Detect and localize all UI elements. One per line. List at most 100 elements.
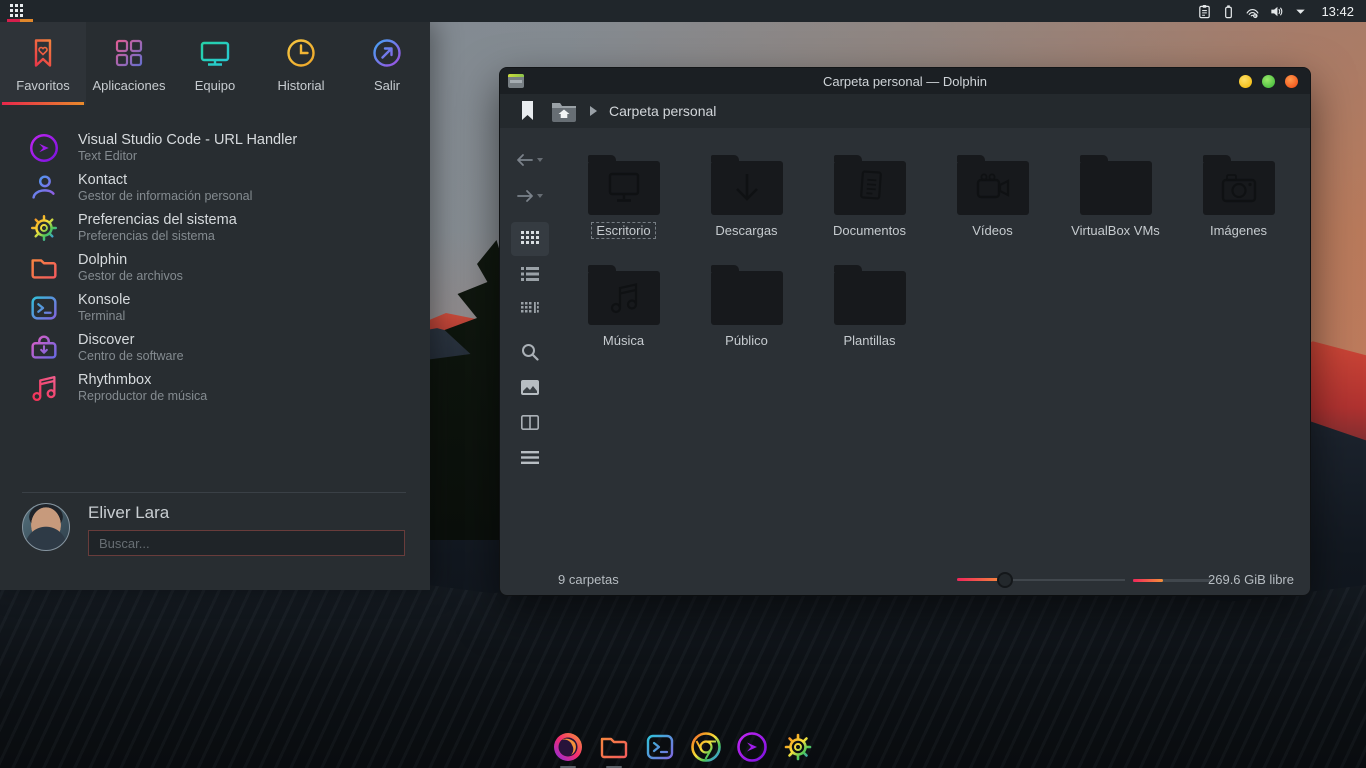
tab-label: Historial [278,78,325,93]
folder-view: Escritorio Descargas Documentos [562,153,1300,373]
breadcrumb-location[interactable]: Carpeta personal [609,103,716,119]
folder-musica[interactable]: Música [562,263,685,373]
tab-historial[interactable]: Historial [258,22,344,105]
disk-capacity-fill [1133,579,1163,582]
tab-salir[interactable]: Salir [344,22,430,105]
folder-icon [834,271,906,325]
dock-vscode[interactable] [735,730,769,764]
battery-icon[interactable] [1221,4,1236,19]
menu-button[interactable] [511,440,549,474]
chevron-right-icon [589,106,597,116]
person-icon [27,171,61,205]
app-title: Kontact [78,172,252,189]
list-view-button[interactable] [511,257,549,291]
bookmark-heart-icon [25,35,61,71]
folders-count: 9 carpetas [558,572,619,587]
photo-camera-glyph [1219,171,1259,205]
launcher-active-indicator [7,19,33,22]
app-subtitle: Gestor de información personal [78,189,252,203]
dock-system-settings[interactable] [781,730,815,764]
folder-escritorio[interactable]: Escritorio [562,153,685,263]
tab-equipo[interactable]: Equipo [172,22,258,105]
maximize-button[interactable] [1262,75,1275,88]
folder-descargas[interactable]: Descargas [685,153,808,263]
document-glyph [853,170,887,206]
terminal-icon [643,730,677,764]
system-tray: 6 13:42 [1197,4,1366,19]
tab-favoritos[interactable]: Favoritos [0,22,86,105]
dolphin-window: Carpeta personal — Dolphin Carpeta perso… [500,68,1310,595]
dock-dolphin[interactable] [597,730,631,764]
search-input[interactable] [88,530,405,556]
logout-icon [369,35,405,71]
app-item-system-settings[interactable]: Preferencias del sistema Preferencias de… [0,208,430,248]
close-button[interactable] [1285,75,1298,88]
dock-konsole[interactable] [643,730,677,764]
caret-down-icon[interactable] [1293,4,1308,19]
app-item-discover[interactable]: Discover Centro de software [0,328,430,368]
application-launcher-button[interactable] [0,0,38,22]
folder-icon [27,251,61,285]
clipboard-icon[interactable] [1197,4,1212,19]
volume-icon[interactable] [1269,4,1284,19]
folder-icon [1080,161,1152,215]
app-title: Konsole [78,292,130,309]
tab-label: Aplicaciones [93,78,166,93]
folder-plantillas[interactable]: Plantillas [808,263,931,373]
disk-capacity-bar [1133,579,1213,582]
folder-icon [711,161,783,215]
app-title: Dolphin [78,252,183,269]
dock [551,730,815,764]
app-item-kontact[interactable]: Kontact Gestor de información personal [0,168,430,208]
avatar[interactable] [22,503,70,551]
user-name: Eliver Lara [88,503,405,523]
folder-icon [957,161,1029,215]
bookmark-icon[interactable] [521,101,534,121]
image-preview-icon [521,380,539,395]
split-view-icon [521,415,539,430]
app-item-dolphin[interactable]: Dolphin Gestor de archivos [0,248,430,288]
titlebar[interactable]: Carpeta personal — Dolphin [500,68,1310,94]
zoom-slider[interactable] [957,579,1125,581]
app-title: Visual Studio Code - URL Handler [78,132,297,149]
clock[interactable]: 13:42 [1321,4,1354,19]
free-space-label: 269.6 GiB libre [1208,572,1294,587]
list-view-icon [521,267,539,281]
folder-name: Música [598,332,649,349]
minimize-button[interactable] [1239,75,1252,88]
monitor-glyph [604,171,644,205]
side-toolbar [509,142,551,475]
app-item-konsole[interactable]: Konsole Terminal [0,288,430,328]
app-subtitle: Preferencias del sistema [78,229,237,243]
forward-button[interactable] [511,178,549,213]
firefox-icon [551,730,585,764]
app-subtitle: Terminal [78,309,130,323]
network-icon[interactable]: 6 [1245,4,1260,19]
tab-aplicaciones[interactable]: Aplicaciones [86,22,172,105]
zoom-slider-handle[interactable] [997,572,1013,588]
application-launcher-menu: Favoritos Aplicaciones Equipo Historia [0,22,430,590]
arrow-right-icon [515,188,545,204]
folder-publico[interactable]: Público [685,263,808,373]
folder-virtualbox-vms[interactable]: VirtualBox VMs [1054,153,1177,263]
app-item-rhythmbox[interactable]: Rhythmbox Reproductor de música [0,368,430,408]
folder-imagenes[interactable]: Imágenes [1177,153,1300,263]
compact-view-button[interactable] [511,292,549,326]
preview-button[interactable] [511,370,549,404]
search-button[interactable] [511,335,549,369]
dock-chrome[interactable] [689,730,723,764]
folder-videos[interactable]: Vídeos [931,153,1054,263]
apps-grid-icon [111,35,147,71]
user-area: Eliver Lara [22,503,405,556]
dock-firefox[interactable] [551,730,585,764]
home-folder-button[interactable] [551,100,577,122]
back-button[interactable] [511,142,549,177]
music-note-icon [27,371,61,405]
folder-name: Público [720,332,773,349]
folder-name: Descargas [710,222,782,239]
computer-icon [197,35,233,71]
folder-documentos[interactable]: Documentos [808,153,931,263]
app-item-vscode[interactable]: Visual Studio Code - URL Handler Text Ed… [0,128,430,168]
split-view-button[interactable] [511,405,549,439]
icons-view-button[interactable] [511,222,549,256]
